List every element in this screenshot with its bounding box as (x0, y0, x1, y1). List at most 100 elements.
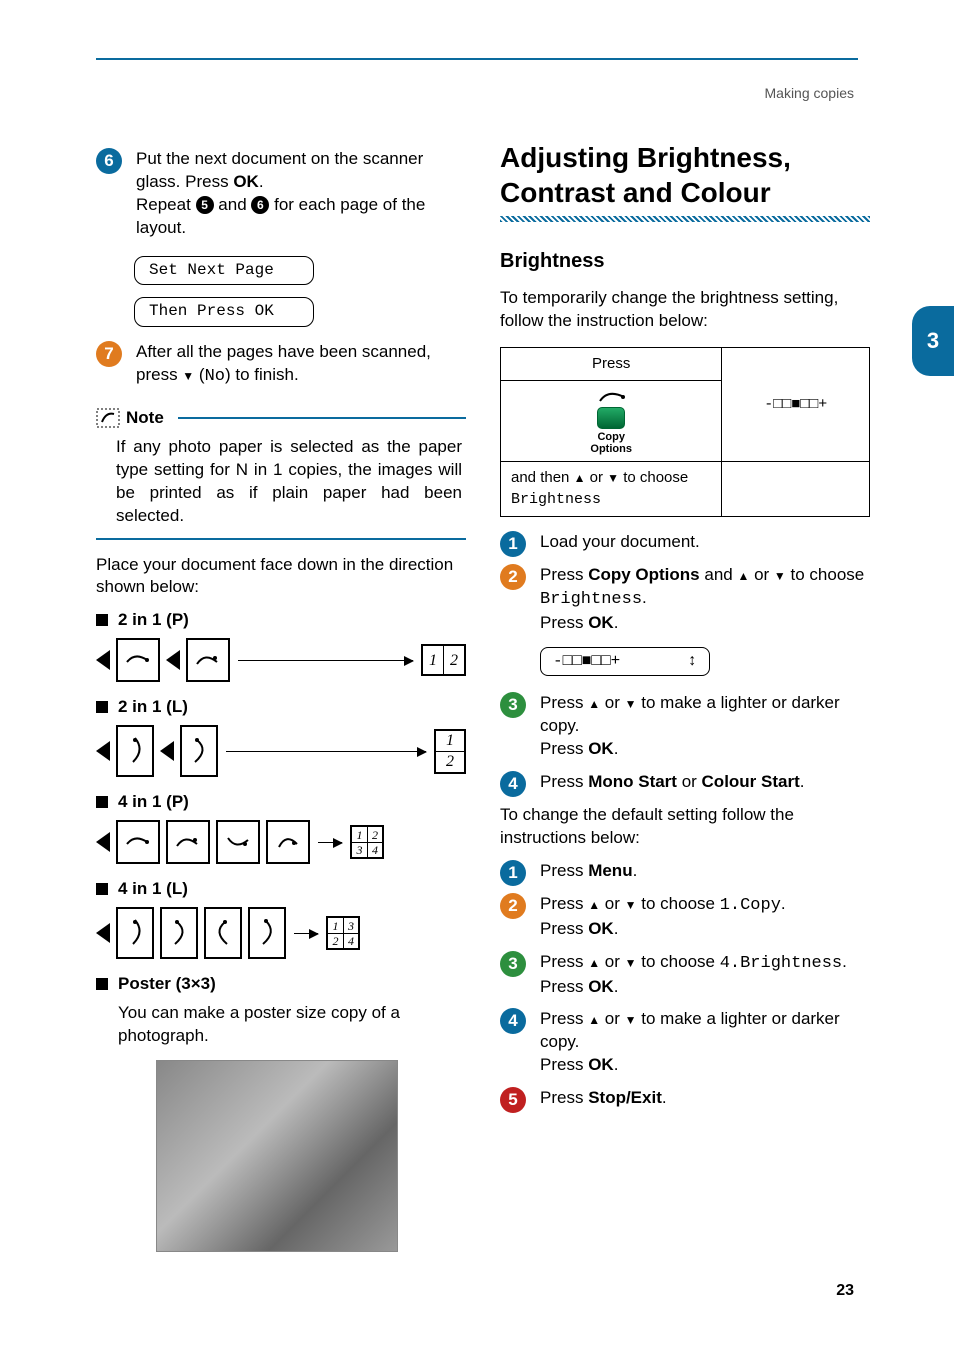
step-badge: 1 (500, 860, 526, 886)
step-7: 7 After all the pages have been scanned,… (96, 341, 466, 389)
note-body: If any photo paper is selected as the pa… (116, 436, 462, 528)
sheet-2-icon (160, 907, 198, 959)
running-header: Making copies (765, 84, 855, 103)
step-badge: 5 (500, 1087, 526, 1113)
up-arrow-icon (588, 952, 600, 971)
a-step-1: 1 Load your document. (500, 531, 870, 554)
top-rule (96, 58, 858, 60)
step7-text-c: ) to finish. (225, 365, 299, 384)
step-badge: 2 (500, 893, 526, 919)
step7-text-b: ( (194, 365, 204, 384)
down-arrow-icon (774, 565, 786, 584)
step-badge-6: 6 (96, 148, 122, 174)
layout-4in1-p-label: 4 in 1 (P) (96, 791, 466, 814)
down-arrow-icon (625, 894, 637, 913)
a-step-2: 2 Press Copy Options and or to choose Br… (500, 564, 870, 682)
left-column: 6 Put the next document on the scanner g… (96, 140, 466, 1252)
flow-arrow-icon (318, 842, 342, 843)
layout-4in1-p: 1234 (96, 820, 466, 864)
sheet-2-icon (166, 820, 210, 864)
b-step-1: 1 Press Menu. (500, 860, 870, 883)
down-arrow-icon (625, 693, 637, 712)
layout-2in1-p-label: 2 in 1 (P) (96, 609, 466, 632)
b-step-4: 4 Press or to make a lighter or darker c… (500, 1008, 870, 1077)
sheet-4-icon (248, 907, 286, 959)
note-heading: Note (96, 407, 466, 430)
layout-2in1-l-label: 2 in 1 (L) (96, 696, 466, 719)
subsection-title: Brightness (500, 248, 870, 275)
b2-text: Press or to choose 1.Copy. Press OK. (540, 894, 786, 938)
a-step-4: 4 Press Mono Start or Colour Start. (500, 771, 870, 794)
step-badge: 3 (500, 951, 526, 977)
no-option: No (205, 367, 225, 386)
section-rule (500, 216, 870, 222)
layout-2in1-l: 12 (96, 725, 466, 777)
step-badge: 2 (500, 564, 526, 590)
step-badge: 4 (500, 771, 526, 797)
b1-text: Press Menu. (540, 861, 637, 880)
sheet-3-icon (216, 820, 260, 864)
step6-text1: Put the next document on the scanner gla… (136, 149, 423, 191)
brightness-intro: To temporarily change the brightness set… (500, 287, 870, 333)
b-step-3: 3 Press or to choose 4.Brightness. Press… (500, 951, 870, 999)
arrow-left-icon (160, 741, 174, 761)
sheet-1-icon (116, 907, 154, 959)
b3-text: Press or to choose 4.Brightness. Press O… (540, 952, 847, 996)
poster-photo (156, 1060, 398, 1252)
up-arrow-icon (588, 894, 600, 913)
arrow-left-icon (96, 650, 110, 670)
page-number: 23 (836, 1280, 854, 1302)
sheet-4-icon (266, 820, 310, 864)
right-column: Adjusting Brightness, Contrast and Colou… (500, 140, 870, 1120)
place-doc-text: Place your document face down in the dir… (96, 554, 466, 600)
sheet-1-icon (116, 820, 160, 864)
sheet-1-icon (116, 725, 154, 777)
step-badge-7: 7 (96, 341, 122, 367)
up-arrow-icon (737, 565, 749, 584)
lcd-set-next-page: Set Next Page (134, 256, 314, 286)
press-table: Press -□□■□□+ Copy Options and then or t… (500, 347, 870, 517)
result-grid-2x2: 1234 (350, 825, 384, 859)
press-header: Press (501, 347, 722, 380)
arrow-left-icon (96, 832, 110, 852)
step-badge: 1 (500, 531, 526, 557)
flow-arrow-icon (226, 751, 426, 752)
press-value-cell: -□□■□□+ (722, 347, 870, 461)
up-arrow-icon (588, 693, 600, 712)
lcd-then-press-ok: Then Press OK (134, 297, 314, 327)
down-arrow-icon (607, 469, 619, 486)
ok-label: OK (233, 172, 259, 191)
step6-text2b: and (218, 195, 251, 214)
b-step-5: 5 Press Stop/Exit. (500, 1087, 870, 1110)
arrow-left-icon (96, 741, 110, 761)
step-6: 6 Put the next document on the scanner g… (96, 148, 466, 240)
arrow-left-icon (96, 923, 110, 943)
lcd-brightness-scale: -□□■□□+ ↕ (540, 647, 710, 677)
chapter-tab: 3 (912, 306, 954, 376)
a3-text: Press or to make a lighter or darker cop… (540, 693, 840, 758)
step-badge: 4 (500, 1008, 526, 1034)
copy-options-icon: Copy Options (590, 387, 632, 455)
down-arrow-icon (182, 365, 194, 384)
b4-text: Press or to make a lighter or darker cop… (540, 1009, 840, 1074)
sheet-2-icon (186, 638, 230, 682)
a1-text: Load your document. (540, 532, 700, 551)
brightness-option: Brightness (511, 491, 601, 508)
result-grid-2x2-l: 1324 (326, 916, 360, 950)
step6-text2a: Repeat (136, 195, 196, 214)
note-close-rule (96, 538, 466, 540)
copy-options-cell: Copy Options (501, 381, 722, 462)
down-arrow-icon (625, 1009, 637, 1028)
sheet-3-icon (204, 907, 242, 959)
layout-poster-label: Poster (3×3) (96, 973, 466, 996)
a2-text: Press Copy Options and or to choose Brig… (540, 565, 864, 632)
layout-2in1-p: 12 (96, 638, 466, 682)
step-badge: 3 (500, 692, 526, 718)
down-arrow-icon (625, 952, 637, 971)
layout-4in1-l-label: 4 in 1 (L) (96, 878, 466, 901)
layout-poster-body: You can make a poster size copy of a pho… (118, 1002, 466, 1048)
ref-badge-5: 5 (196, 196, 214, 214)
a-step-3: 3 Press or to make a lighter or darker c… (500, 692, 870, 761)
up-arrow-icon (574, 469, 586, 486)
up-arrow-icon (588, 1009, 600, 1028)
